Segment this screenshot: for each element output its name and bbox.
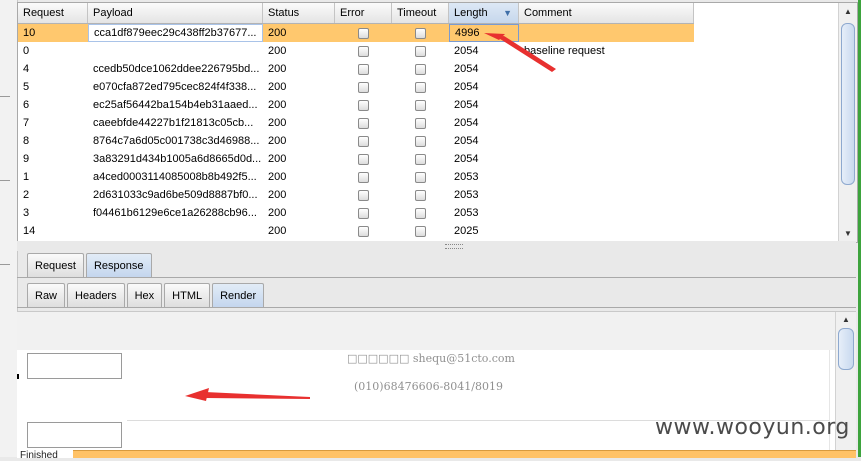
annotation-arrows <box>185 33 556 401</box>
annotation-arrow <box>484 33 556 72</box>
annotation-arrow <box>185 388 310 401</box>
